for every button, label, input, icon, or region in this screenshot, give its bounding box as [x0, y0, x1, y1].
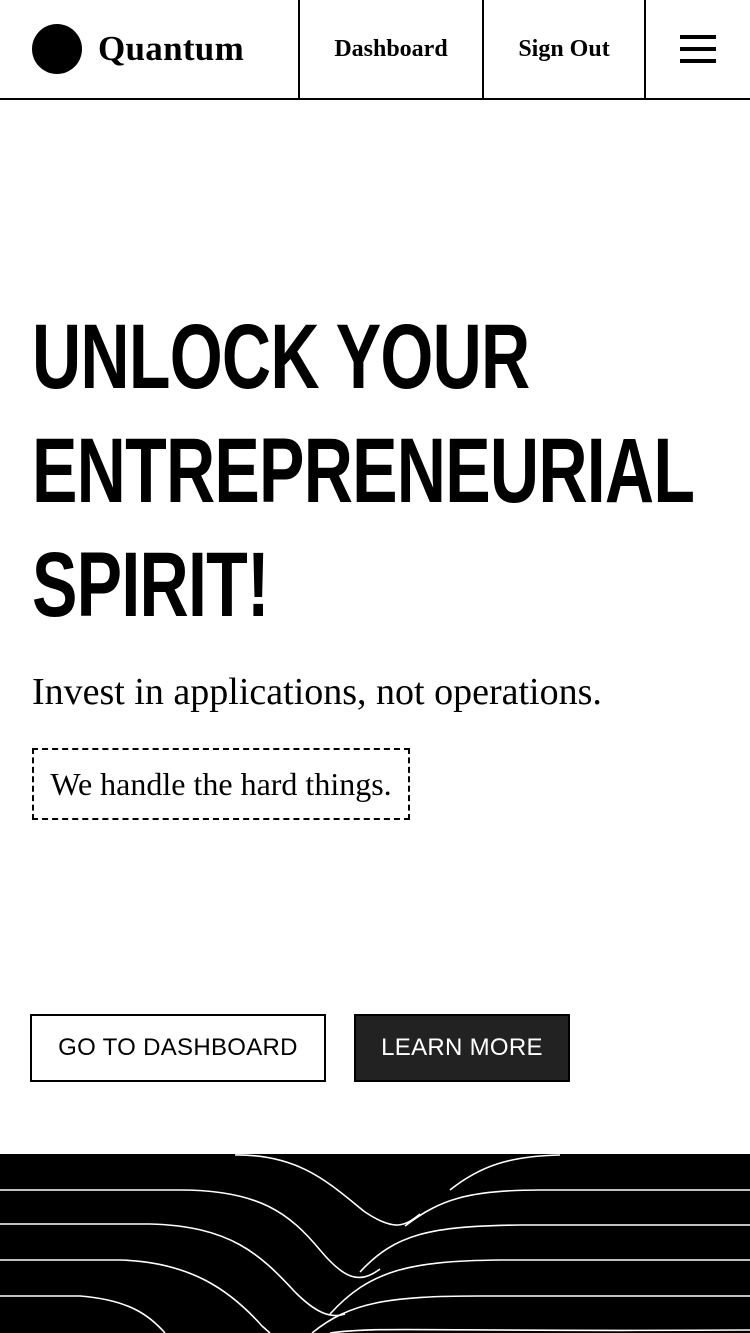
hero-subtitle: Invest in applications, not operations.: [32, 671, 602, 713]
hero-title-line: UNLOCK YOUR: [32, 306, 530, 408]
go-to-dashboard-button[interactable]: GO TO DASHBOARD: [30, 1014, 326, 1082]
tagline-box: We handle the hard things.: [32, 748, 410, 820]
hero-title-line: ENTREPRENEURIAL: [32, 420, 695, 522]
nav-sign-out-link[interactable]: Sign Out: [482, 0, 644, 98]
menu-button[interactable]: [644, 0, 750, 98]
nav-dashboard-link[interactable]: Dashboard: [298, 0, 482, 98]
logo-circle-icon: [32, 24, 82, 74]
hamburger-menu-icon: [680, 35, 716, 63]
hero-title: UNLOCK YOUR ENTREPRENEURIAL SPIRIT!: [32, 300, 695, 642]
learn-more-button[interactable]: LEARN MORE: [354, 1014, 570, 1082]
brand[interactable]: Quantum: [0, 0, 298, 98]
decorative-wave-lines: [0, 1154, 750, 1333]
brand-name: Quantum: [98, 29, 245, 68]
hero-title-line: SPIRIT!: [32, 534, 270, 636]
top-navigation-bar: Quantum Dashboard Sign Out: [0, 0, 750, 100]
